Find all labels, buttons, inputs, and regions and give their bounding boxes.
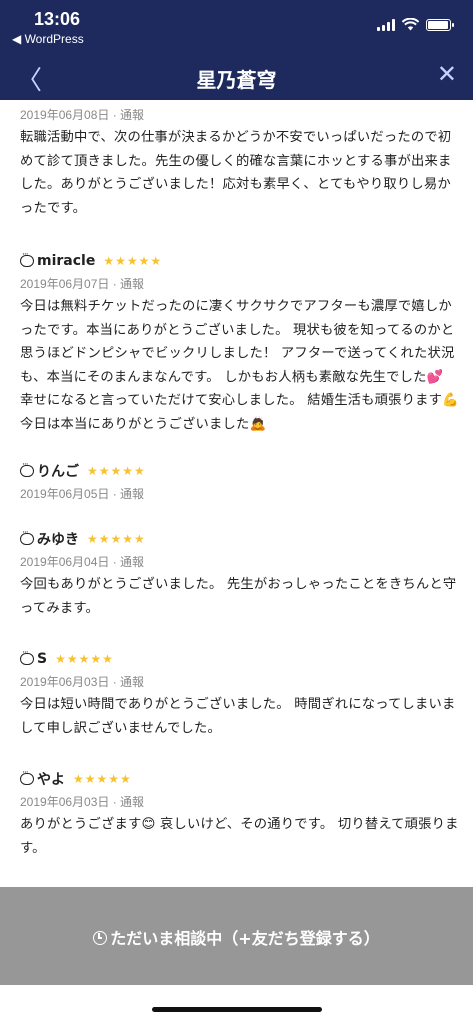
- review-item: みゆき ★★★★★ 2019年06月04日 · 通報 今回もありがとうございまし…: [20, 528, 460, 620]
- rating-stars: ★★★★★: [103, 254, 163, 268]
- reviewer-name: やよ: [37, 772, 65, 788]
- chat-bubble-icon: [20, 528, 34, 545]
- reviewer-name: miracle: [37, 253, 96, 269]
- review-item: やよ ★★★★★ 2019年06月03日 · 通報 ありがとうござます😊 哀しい…: [20, 768, 460, 860]
- review-item: 2019年06月08日 · 通報 転職活動中で、次の仕事が決まるかどうか不安でい…: [20, 102, 460, 220]
- review-item: S ★★★★★ 2019年06月03日 · 通報 今日は短い時間でありがとうござ…: [20, 648, 460, 740]
- consult-now-button[interactable]: ただいま相談中（+友だち登録する）: [0, 887, 473, 985]
- battery-fill: [428, 20, 448, 29]
- reviewer-name: みゆき: [37, 532, 79, 548]
- reviews-list[interactable]: 2019年06月08日 · 通報 転職活動中で、次の仕事が決まるかどうか不安でい…: [0, 100, 473, 887]
- review-item: りんご ★★★★★ 2019年06月05日 · 通報: [20, 460, 460, 501]
- review-text: ありがとうござます😊 哀しいけど、その通りです。 切り替えて頑張ります。: [20, 817, 459, 856]
- back-to-app-link[interactable]: ◀ WordPress: [12, 32, 84, 46]
- rating-stars: ★★★★★: [87, 464, 146, 478]
- page-title: 星乃蒼穹: [196, 68, 277, 92]
- consult-now-label: ただいま相談中（+友だち登録する）: [0, 925, 473, 949]
- wifi-icon: [402, 18, 419, 31]
- battery-icon: [426, 18, 454, 31]
- review-meta: 2019年06月07日 · 通報: [20, 277, 145, 291]
- reviewer-name: りんご: [37, 464, 79, 480]
- review-meta: 2019年06月03日 · 通報: [20, 795, 145, 809]
- status-bar: 13:06 ◀ WordPress: [0, 0, 473, 52]
- rating-stars: ★★★★★: [73, 772, 132, 786]
- chat-bubble-icon: [20, 250, 34, 267]
- review-text: 今日は無料チケットだったのに凄くサクサクでアフターも濃厚で嬉しかったです。本当に…: [20, 299, 459, 432]
- signal-icon: [377, 18, 395, 31]
- review-item: miracle ★★★★★ 2019年06月07日 · 通報 今日は無料チケット…: [20, 250, 460, 436]
- review-text: 今回もありがとうございました。 先生がおっしゃったことをきちんと守ってみます。: [20, 577, 457, 616]
- chat-bubble-icon: [20, 460, 34, 477]
- review-meta: 2019年06月03日 · 通報: [20, 675, 145, 689]
- chat-bubble-icon: [20, 648, 34, 665]
- rating-stars: ★★★★★: [55, 652, 114, 666]
- reviewer-name: S: [37, 651, 48, 667]
- chat-bubble-icon: [20, 768, 34, 785]
- review-meta: 2019年06月05日 · 通報: [20, 487, 145, 501]
- nav-bar: 〈 星乃蒼穹 ✕: [0, 52, 473, 100]
- close-icon[interactable]: ✕: [437, 60, 457, 88]
- review-meta: 2019年06月08日 · 通報: [20, 108, 145, 122]
- review-text: 転職活動中で、次の仕事が決まるかどうか不安でいっぱいだったので初めて診て頂きまし…: [20, 130, 452, 216]
- home-indicator[interactable]: [152, 1007, 322, 1012]
- home-area: [0, 985, 473, 1024]
- rating-stars: ★★★★★: [87, 532, 146, 546]
- review-text: 今日は短い時間でありがとうございました。 時間ぎれになってしまいまして申し訳ござ…: [20, 697, 456, 736]
- consult-now-text: ただいま相談中（+友だち登録する）: [110, 929, 380, 948]
- status-icons: [377, 18, 454, 31]
- review-meta: 2019年06月04日 · 通報: [20, 555, 145, 569]
- status-time: 13:06: [34, 9, 81, 29]
- clock-icon: [93, 931, 108, 945]
